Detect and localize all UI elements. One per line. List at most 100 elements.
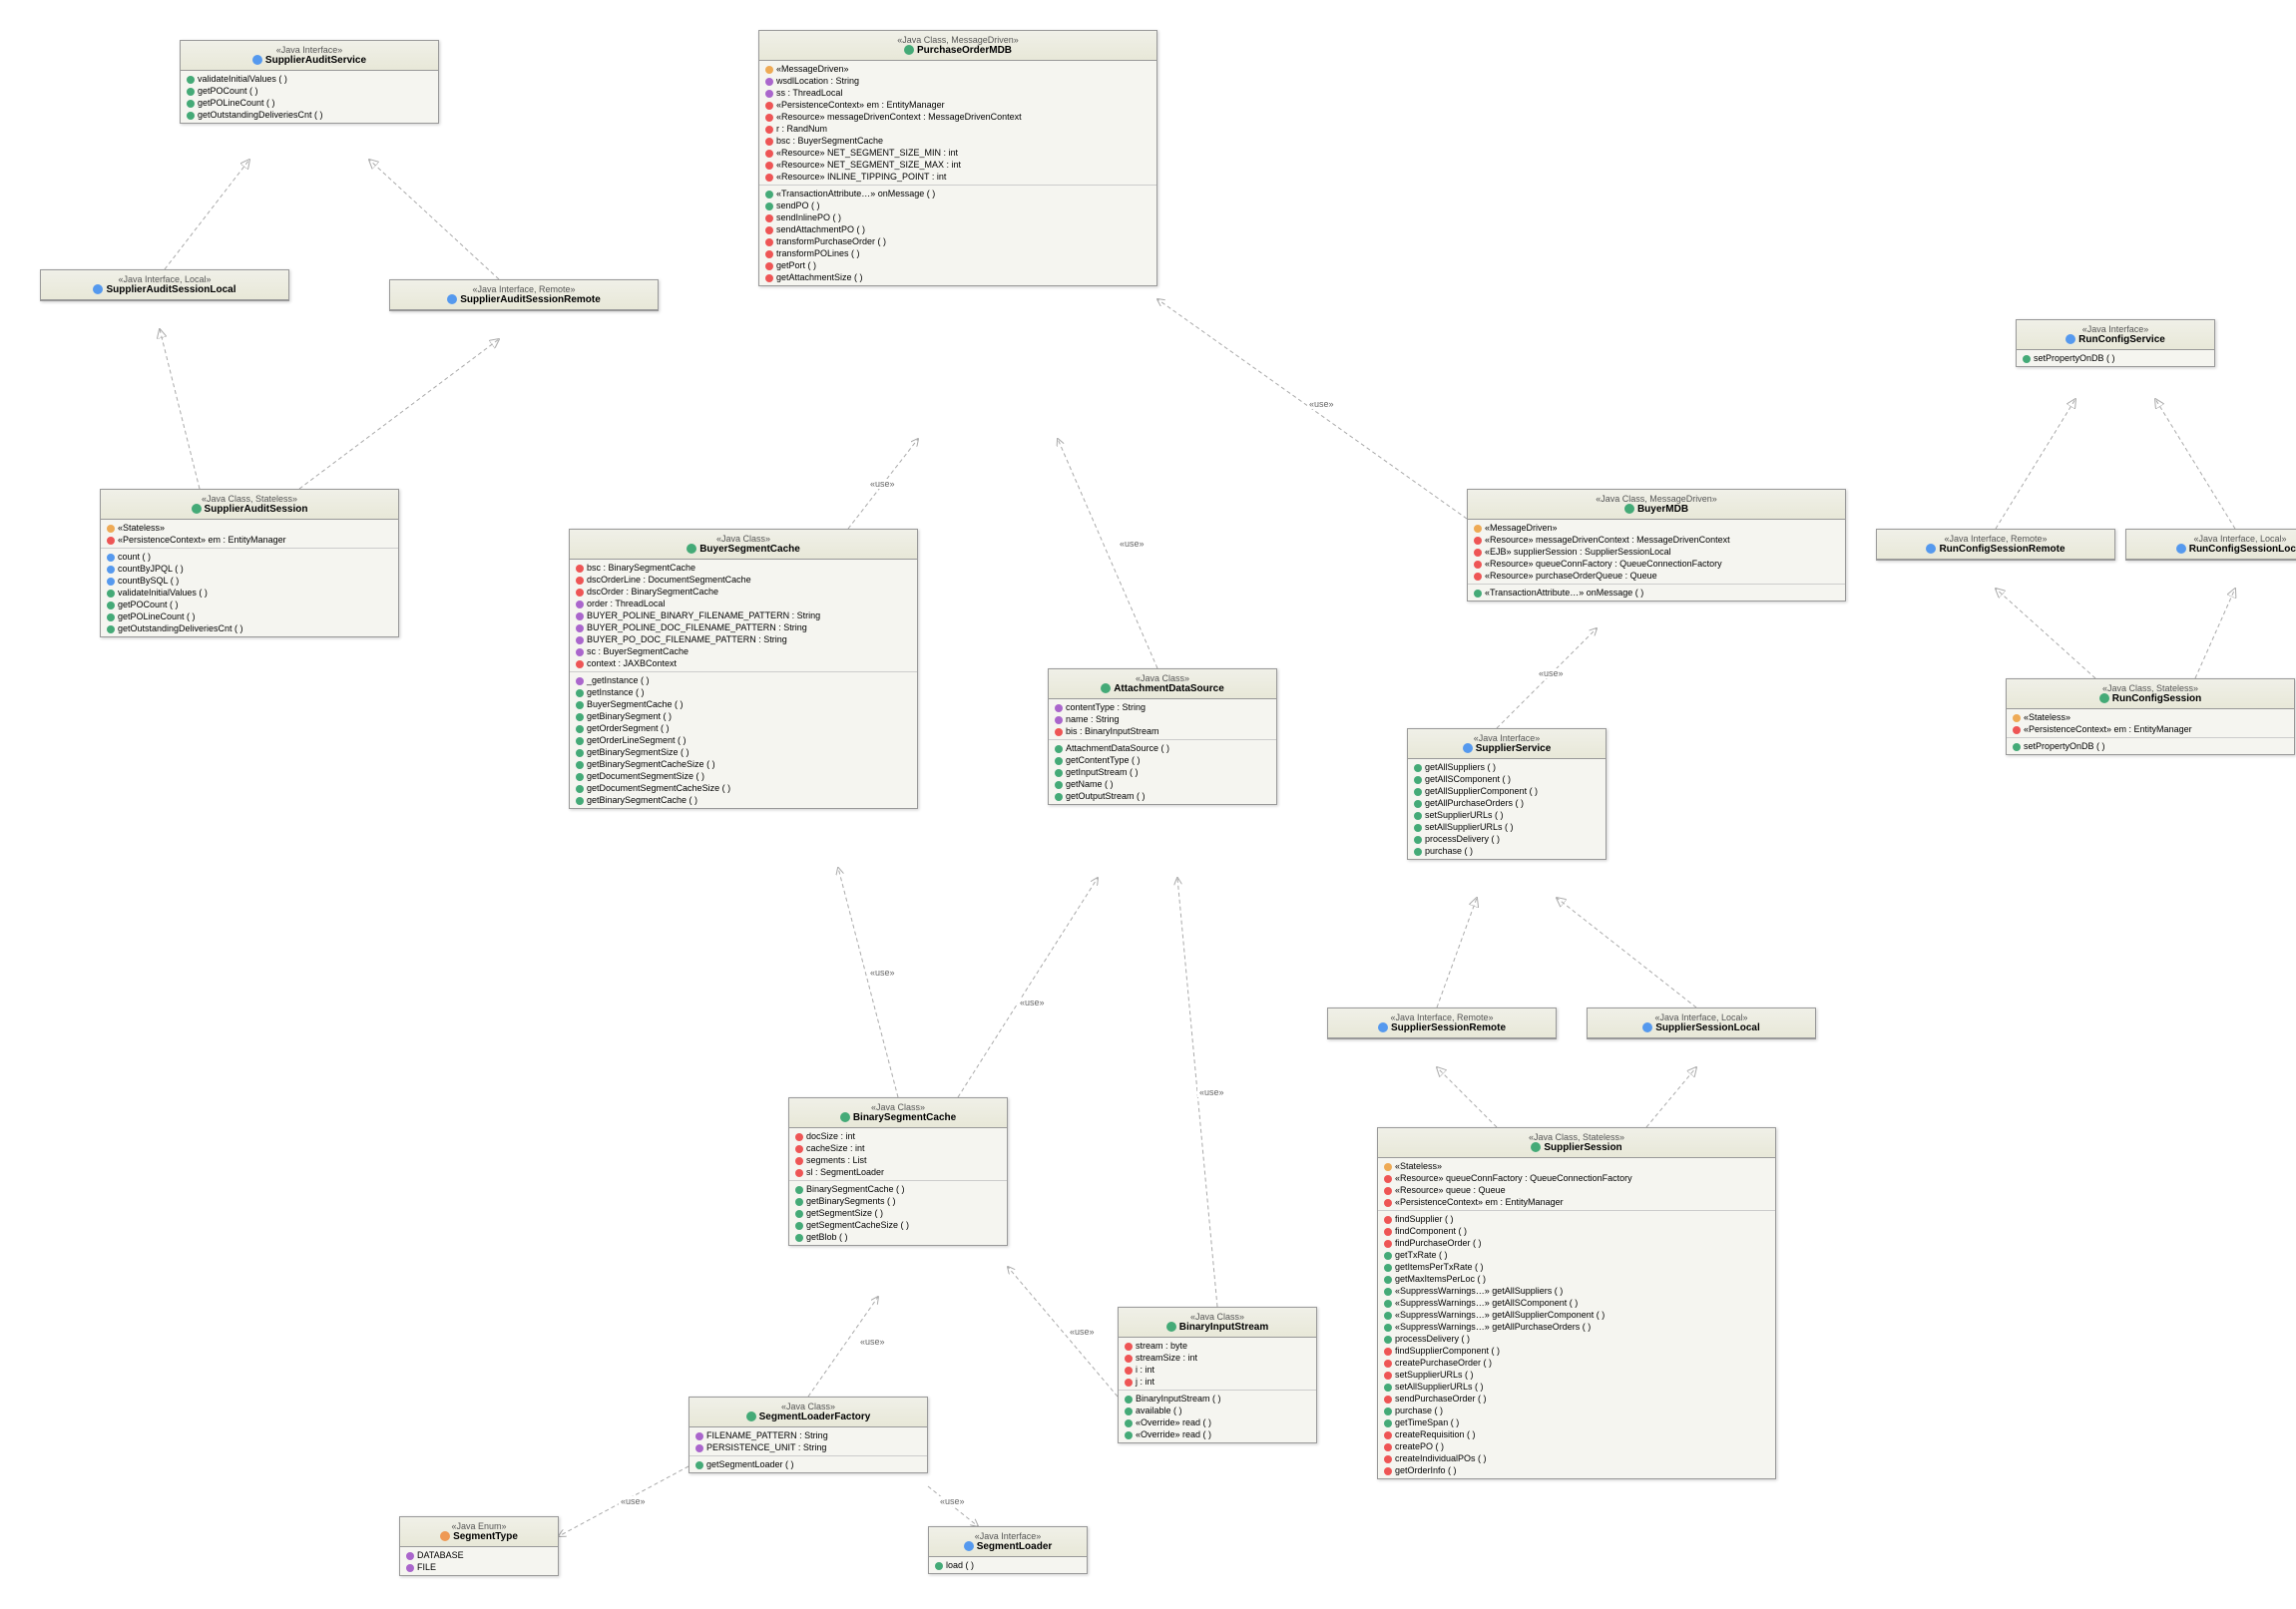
- class-SegmentLoaderFactory[interactable]: «Java Class»SegmentLoaderFactoryFILENAME…: [689, 1397, 928, 1473]
- method: getAllSupplierComponent ( ): [1414, 785, 1600, 797]
- visibility-icon: [576, 565, 584, 573]
- attribute: dscOrder : BinarySegmentCache: [576, 586, 911, 598]
- visibility-icon: [765, 250, 773, 258]
- visibility-icon: [1414, 788, 1422, 796]
- class-AttachmentDataSource[interactable]: «Java Class»AttachmentDataSourcecontentT…: [1048, 668, 1277, 805]
- class-BinaryInputStream[interactable]: «Java Class»BinaryInputStreamstream : by…: [1118, 1307, 1317, 1443]
- class-SupplierAuditSessionLocal[interactable]: «Java Interface, Local»SupplierAuditSess…: [40, 269, 289, 301]
- visibility-icon: [1384, 1240, 1392, 1248]
- stereotype: «Java Interface, Remote»: [398, 284, 650, 294]
- class-RunConfigService[interactable]: «Java Interface»RunConfigServicesetPrope…: [2016, 319, 2215, 367]
- visibility-icon: [1414, 764, 1422, 772]
- use-label: «use»: [619, 1496, 648, 1506]
- visibility-icon: [576, 636, 584, 644]
- method: processDelivery ( ): [1414, 833, 1600, 845]
- class-SegmentType[interactable]: «Java Enum»SegmentTypeDATABASEFILE: [399, 1516, 559, 1576]
- class-name: SegmentLoader: [937, 1541, 1079, 1552]
- visibility-icon: [107, 578, 115, 586]
- attribute: BUYER_PO_DOC_FILENAME_PATTERN : String: [576, 633, 911, 645]
- visibility-icon: [765, 90, 773, 98]
- visibility-icon: [1384, 1431, 1392, 1439]
- class-name: PurchaseOrderMDB: [767, 45, 1148, 56]
- attribute: BUYER_POLINE_DOC_FILENAME_PATTERN : Stri…: [576, 621, 911, 633]
- visibility-icon: [576, 797, 584, 805]
- attribute: i : int: [1125, 1364, 1310, 1376]
- visibility-icon: [576, 589, 584, 597]
- use-label: «use»: [1118, 539, 1147, 549]
- class-BinarySegmentCache[interactable]: «Java Class»BinarySegmentCachedocSize : …: [788, 1097, 1008, 1246]
- class-RunConfigSessionLocal[interactable]: «Java Interface, Local»RunConfigSessionL…: [2125, 529, 2296, 561]
- visibility-icon: [765, 262, 773, 270]
- type-icon: [964, 1541, 974, 1551]
- class-SupplierAuditSessionRemote[interactable]: «Java Interface, Remote»SupplierAuditSes…: [389, 279, 659, 311]
- methods: count ( )countByJPQL ( )countBySQL ( )va…: [101, 549, 398, 636]
- visibility-icon: [1055, 769, 1063, 777]
- attribute: segments : List: [795, 1154, 1001, 1166]
- visibility-icon: [107, 590, 115, 598]
- stereotype: «Java Class, MessageDriven»: [767, 35, 1148, 45]
- method: getOutstandingDeliveriesCnt ( ): [187, 109, 432, 121]
- attribute: «PersistenceContext» em : EntityManager: [2013, 723, 2288, 735]
- methods: _getInstance ( )getInstance ( )BuyerSegm…: [570, 672, 917, 808]
- visibility-icon: [576, 601, 584, 608]
- class-SupplierSessionRemote[interactable]: «Java Interface, Remote»SupplierSessionR…: [1327, 1007, 1557, 1039]
- attribute: bsc : BinarySegmentCache: [576, 562, 911, 574]
- method: getTxRate ( ): [1384, 1249, 1769, 1261]
- class-SegmentLoader[interactable]: «Java Interface»SegmentLoaderload ( ): [928, 1526, 1088, 1574]
- class-PurchaseOrderMDB[interactable]: «Java Class, MessageDriven»PurchaseOrder…: [758, 30, 1157, 286]
- methods: validateInitialValues ( )getPOCount ( )g…: [181, 71, 438, 123]
- attribute: «PersistenceContext» em : EntityManager: [765, 99, 1150, 111]
- visibility-icon: [187, 112, 195, 120]
- class-RunConfigSession[interactable]: «Java Class, Stateless»RunConfigSession«…: [2006, 678, 2295, 755]
- stereotype: «Java Interface»: [189, 45, 430, 55]
- use-label: «use»: [1197, 1087, 1226, 1097]
- visibility-icon: [765, 238, 773, 246]
- class-SupplierSession[interactable]: «Java Class, Stateless»SupplierSession «S…: [1377, 1127, 1776, 1479]
- stereotype: «Java Interface»: [1416, 733, 1598, 743]
- visibility-icon: [1125, 1396, 1133, 1404]
- method: getPOCount ( ): [187, 85, 432, 97]
- visibility-icon: [1384, 1419, 1392, 1427]
- class-SupplierAuditService[interactable]: «Java Interface»SupplierAuditServicevali…: [180, 40, 439, 124]
- visibility-icon: [1384, 1396, 1392, 1404]
- class-BuyerSegmentCache[interactable]: «Java Class»BuyerSegmentCachebsc : Binar…: [569, 529, 918, 809]
- attribute: ss : ThreadLocal: [765, 87, 1150, 99]
- visibility-icon: [576, 713, 584, 721]
- stereotype: «Java Class, Stateless»: [1386, 1132, 1767, 1142]
- method: getBinarySegmentCacheSize ( ): [576, 758, 911, 770]
- class-RunConfigSessionRemote[interactable]: «Java Interface, Remote»RunConfigSession…: [1876, 529, 2115, 561]
- method: purchase ( ): [1384, 1405, 1769, 1416]
- visibility-icon: [1384, 1187, 1392, 1195]
- method: setAllSupplierURLs ( ): [1414, 821, 1600, 833]
- class-SupplierSessionLocal[interactable]: «Java Interface, Local»SupplierSessionLo…: [1587, 1007, 1816, 1039]
- methods: getSegmentLoader ( ): [689, 1456, 927, 1472]
- method: getOrderInfo ( ): [1384, 1464, 1769, 1476]
- visibility-icon: [2023, 355, 2031, 363]
- attribute: «Resource» NET_SEGMENT_SIZE_MIN : int: [765, 147, 1150, 159]
- visibility-icon: [695, 1444, 703, 1452]
- class-SupplierAuditSession[interactable]: «Java Class, Stateless»SupplierAuditSess…: [100, 489, 399, 637]
- method: «TransactionAttribute…» onMessage ( ): [765, 188, 1150, 200]
- stereotype: «Java Class»: [797, 1102, 999, 1112]
- method: «SuppressWarnings…» getAllSComponent ( ): [1384, 1297, 1769, 1309]
- class-SupplierService[interactable]: «Java Interface»SupplierServicegetAllSup…: [1407, 728, 1607, 860]
- method: getSegmentCacheSize ( ): [795, 1219, 1001, 1231]
- class-BuyerMDB[interactable]: «Java Class, MessageDriven»BuyerMDB«Mess…: [1467, 489, 1846, 602]
- class-name: SupplierAuditSessionLocal: [49, 284, 280, 295]
- type-icon: [840, 1112, 850, 1122]
- class-header: «Java Class, Stateless»SupplierSession: [1378, 1128, 1775, 1158]
- method: sendInlinePO ( ): [765, 211, 1150, 223]
- attribute: j : int: [1125, 1376, 1310, 1388]
- class-header: «Java Interface, Remote»RunConfigSession…: [1877, 530, 2114, 560]
- visibility-icon: [1384, 1455, 1392, 1463]
- attributes: docSize : intcacheSize : intsegments : L…: [789, 1128, 1007, 1181]
- attribute: «MessageDriven»: [1474, 522, 1839, 534]
- visibility-icon: [695, 1432, 703, 1440]
- visibility-icon: [765, 174, 773, 182]
- type-icon: [1463, 743, 1473, 753]
- visibility-icon: [107, 602, 115, 609]
- visibility-icon: [1055, 757, 1063, 765]
- methods: «TransactionAttribute…» onMessage ( ): [1468, 585, 1845, 601]
- visibility-icon: [1474, 537, 1482, 545]
- class-name: SupplierAuditSessionRemote: [398, 294, 650, 305]
